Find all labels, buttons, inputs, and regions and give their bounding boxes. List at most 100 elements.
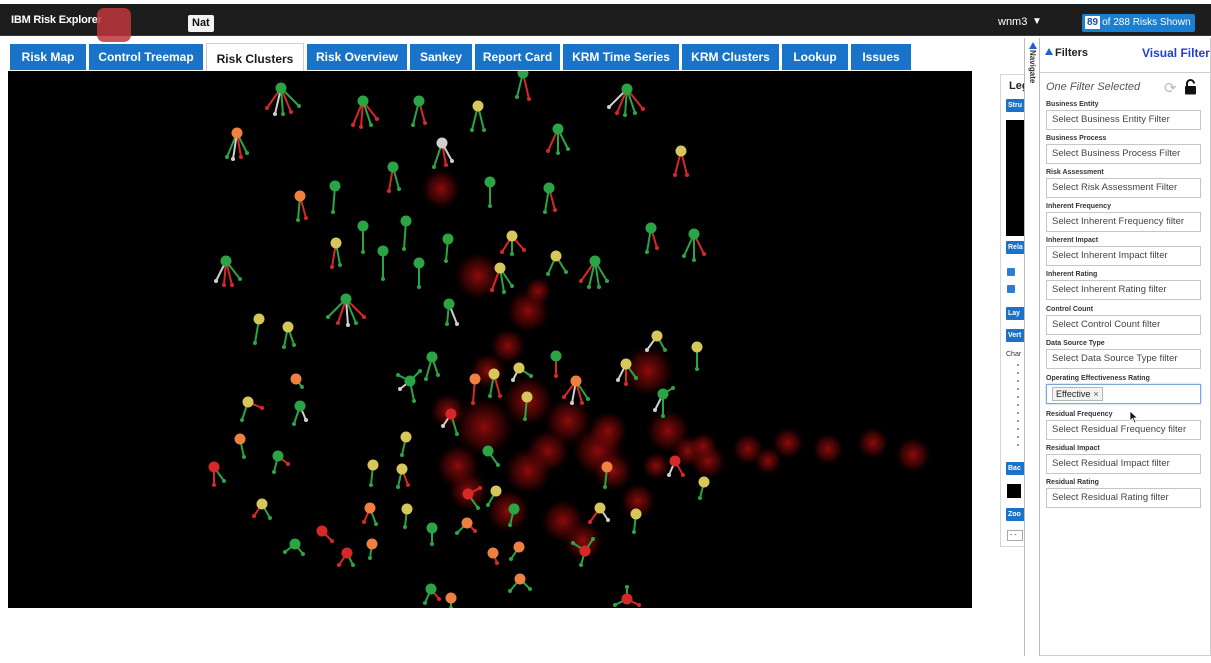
risk-cluster[interactable]	[443, 298, 460, 327]
risk-cluster[interactable]	[470, 100, 486, 133]
risk-cluster[interactable]	[630, 508, 642, 535]
risk-node[interactable]	[442, 233, 454, 245]
risk-cluster[interactable]	[550, 350, 562, 379]
navigate-strip[interactable]: Navigate	[1024, 38, 1040, 656]
risk-cluster[interactable]	[698, 476, 710, 501]
refresh-icon[interactable]: ⟳	[1164, 79, 1177, 97]
risk-node[interactable]	[513, 362, 525, 374]
risk-node[interactable]	[543, 182, 555, 194]
risk-node[interactable]	[208, 461, 220, 473]
inherent-rating-filter-input[interactable]: Select Inherent Rating filter	[1046, 280, 1201, 300]
risk-node[interactable]	[387, 161, 399, 173]
risk-cluster[interactable]	[413, 257, 425, 290]
risk-node[interactable]	[445, 408, 457, 420]
risk-cluster[interactable]	[396, 369, 422, 403]
risk-cluster[interactable]	[208, 461, 227, 488]
risk-cluster[interactable]	[225, 127, 249, 162]
risk-cluster[interactable]	[396, 463, 410, 490]
structure-button[interactable]: Stru	[1006, 99, 1024, 112]
legend-checkbox-1[interactable]	[1007, 268, 1015, 276]
tab-krm-clusters[interactable]: KRM Clusters	[682, 44, 779, 70]
legend-checkbox-2[interactable]	[1007, 285, 1015, 293]
risk-cluster[interactable]	[265, 82, 301, 117]
risk-node[interactable]	[521, 391, 533, 403]
risk-node[interactable]	[675, 145, 687, 157]
risk-node[interactable]	[413, 95, 425, 107]
risk-node[interactable]	[490, 485, 502, 497]
risk-cluster[interactable]	[272, 450, 290, 475]
risk-node[interactable]	[366, 538, 378, 550]
risk-cluster[interactable]	[432, 137, 454, 170]
risk-cluster[interactable]	[367, 459, 379, 488]
risk-node[interactable]	[443, 298, 455, 310]
risk-cluster[interactable]	[387, 161, 401, 194]
risk-node[interactable]	[552, 123, 564, 135]
risk-node[interactable]	[340, 293, 352, 305]
risk-node[interactable]	[517, 71, 529, 79]
risk-cluster[interactable]	[411, 95, 427, 128]
risk-node[interactable]	[426, 351, 438, 363]
remove-tag-icon[interactable]: ×	[1093, 389, 1098, 399]
risk-cluster[interactable]	[682, 228, 706, 263]
risk-node[interactable]	[594, 502, 606, 514]
risk-node[interactable]	[645, 222, 657, 234]
risk-node[interactable]	[698, 476, 710, 488]
risk-cluster[interactable]	[423, 583, 441, 606]
tab-lookup[interactable]: Lookup	[782, 44, 848, 70]
risk-cluster[interactable]	[366, 538, 378, 561]
nat-button[interactable]: Nat	[188, 15, 214, 32]
risk-node[interactable]	[570, 375, 582, 387]
residual-frequency-filter-input[interactable]: Select Residual Frequency filter	[1046, 420, 1201, 440]
tab-risk-clusters[interactable]: Risk Clusters	[206, 43, 304, 72]
risk-node[interactable]	[341, 547, 353, 559]
risk-cluster[interactable]	[691, 341, 703, 372]
risk-cluster[interactable]	[645, 222, 659, 255]
risk-node[interactable]	[220, 255, 232, 267]
risk-cluster[interactable]	[673, 145, 689, 178]
risk-cluster[interactable]	[351, 95, 379, 130]
business-entity-filter-input[interactable]: Select Business Entity Filter	[1046, 110, 1201, 130]
background-color-swatch[interactable]	[1007, 484, 1021, 498]
risk-cluster[interactable]	[214, 255, 242, 288]
risk-cluster[interactable]	[508, 573, 532, 594]
risk-node[interactable]	[630, 508, 642, 520]
risk-node[interactable]	[620, 358, 632, 370]
risk-cluster[interactable]	[607, 83, 645, 118]
risk-cluster[interactable]	[401, 503, 413, 530]
risk-node[interactable]	[550, 350, 562, 362]
risk-node[interactable]	[621, 83, 633, 95]
tab-sankey[interactable]: Sankey	[410, 44, 472, 70]
risk-cluster[interactable]	[377, 245, 389, 282]
risk-cluster[interactable]	[329, 180, 341, 215]
data-source-type-filter-input[interactable]: Select Data Source Type filter	[1046, 349, 1201, 369]
risk-cluster[interactable]	[426, 522, 438, 547]
risk-node[interactable]	[506, 230, 518, 242]
risk-cluster[interactable]	[337, 547, 355, 568]
risk-node[interactable]	[401, 503, 413, 515]
relationships-button[interactable]: Rela	[1006, 241, 1024, 254]
vertex-button[interactable]: Vert	[1006, 329, 1024, 342]
risk-node[interactable]	[691, 341, 703, 353]
risk-node[interactable]	[669, 455, 681, 467]
risk-cluster[interactable]	[484, 176, 496, 209]
risk-node[interactable]	[484, 176, 496, 188]
risks-shown-badge[interactable]: 89 of 288 Risks Shown	[1082, 14, 1195, 32]
operating-effectiveness-filter-input[interactable]: Effective ×	[1046, 384, 1201, 404]
risk-node[interactable]	[364, 502, 376, 514]
risk-node[interactable]	[462, 488, 474, 500]
residual-rating-filter-input[interactable]: Select Residual Rating filter	[1046, 488, 1201, 508]
risk-cluster[interactable]	[588, 502, 610, 525]
risk-node[interactable]	[400, 431, 412, 443]
risk-node[interactable]	[472, 100, 484, 112]
risk-node[interactable]	[494, 262, 506, 274]
risk-cluster[interactable]	[357, 220, 369, 255]
risk-node[interactable]	[621, 593, 633, 605]
risk-node[interactable]	[425, 583, 437, 595]
risk-node[interactable]	[231, 127, 243, 139]
user-menu[interactable]: wnm3	[998, 16, 1027, 28]
risk-cluster[interactable]	[252, 498, 272, 521]
background-button[interactable]: Bac	[1006, 462, 1024, 475]
risk-node[interactable]	[294, 400, 306, 412]
risk-cluster[interactable]	[613, 585, 641, 607]
risk-cluster[interactable]	[292, 400, 308, 427]
